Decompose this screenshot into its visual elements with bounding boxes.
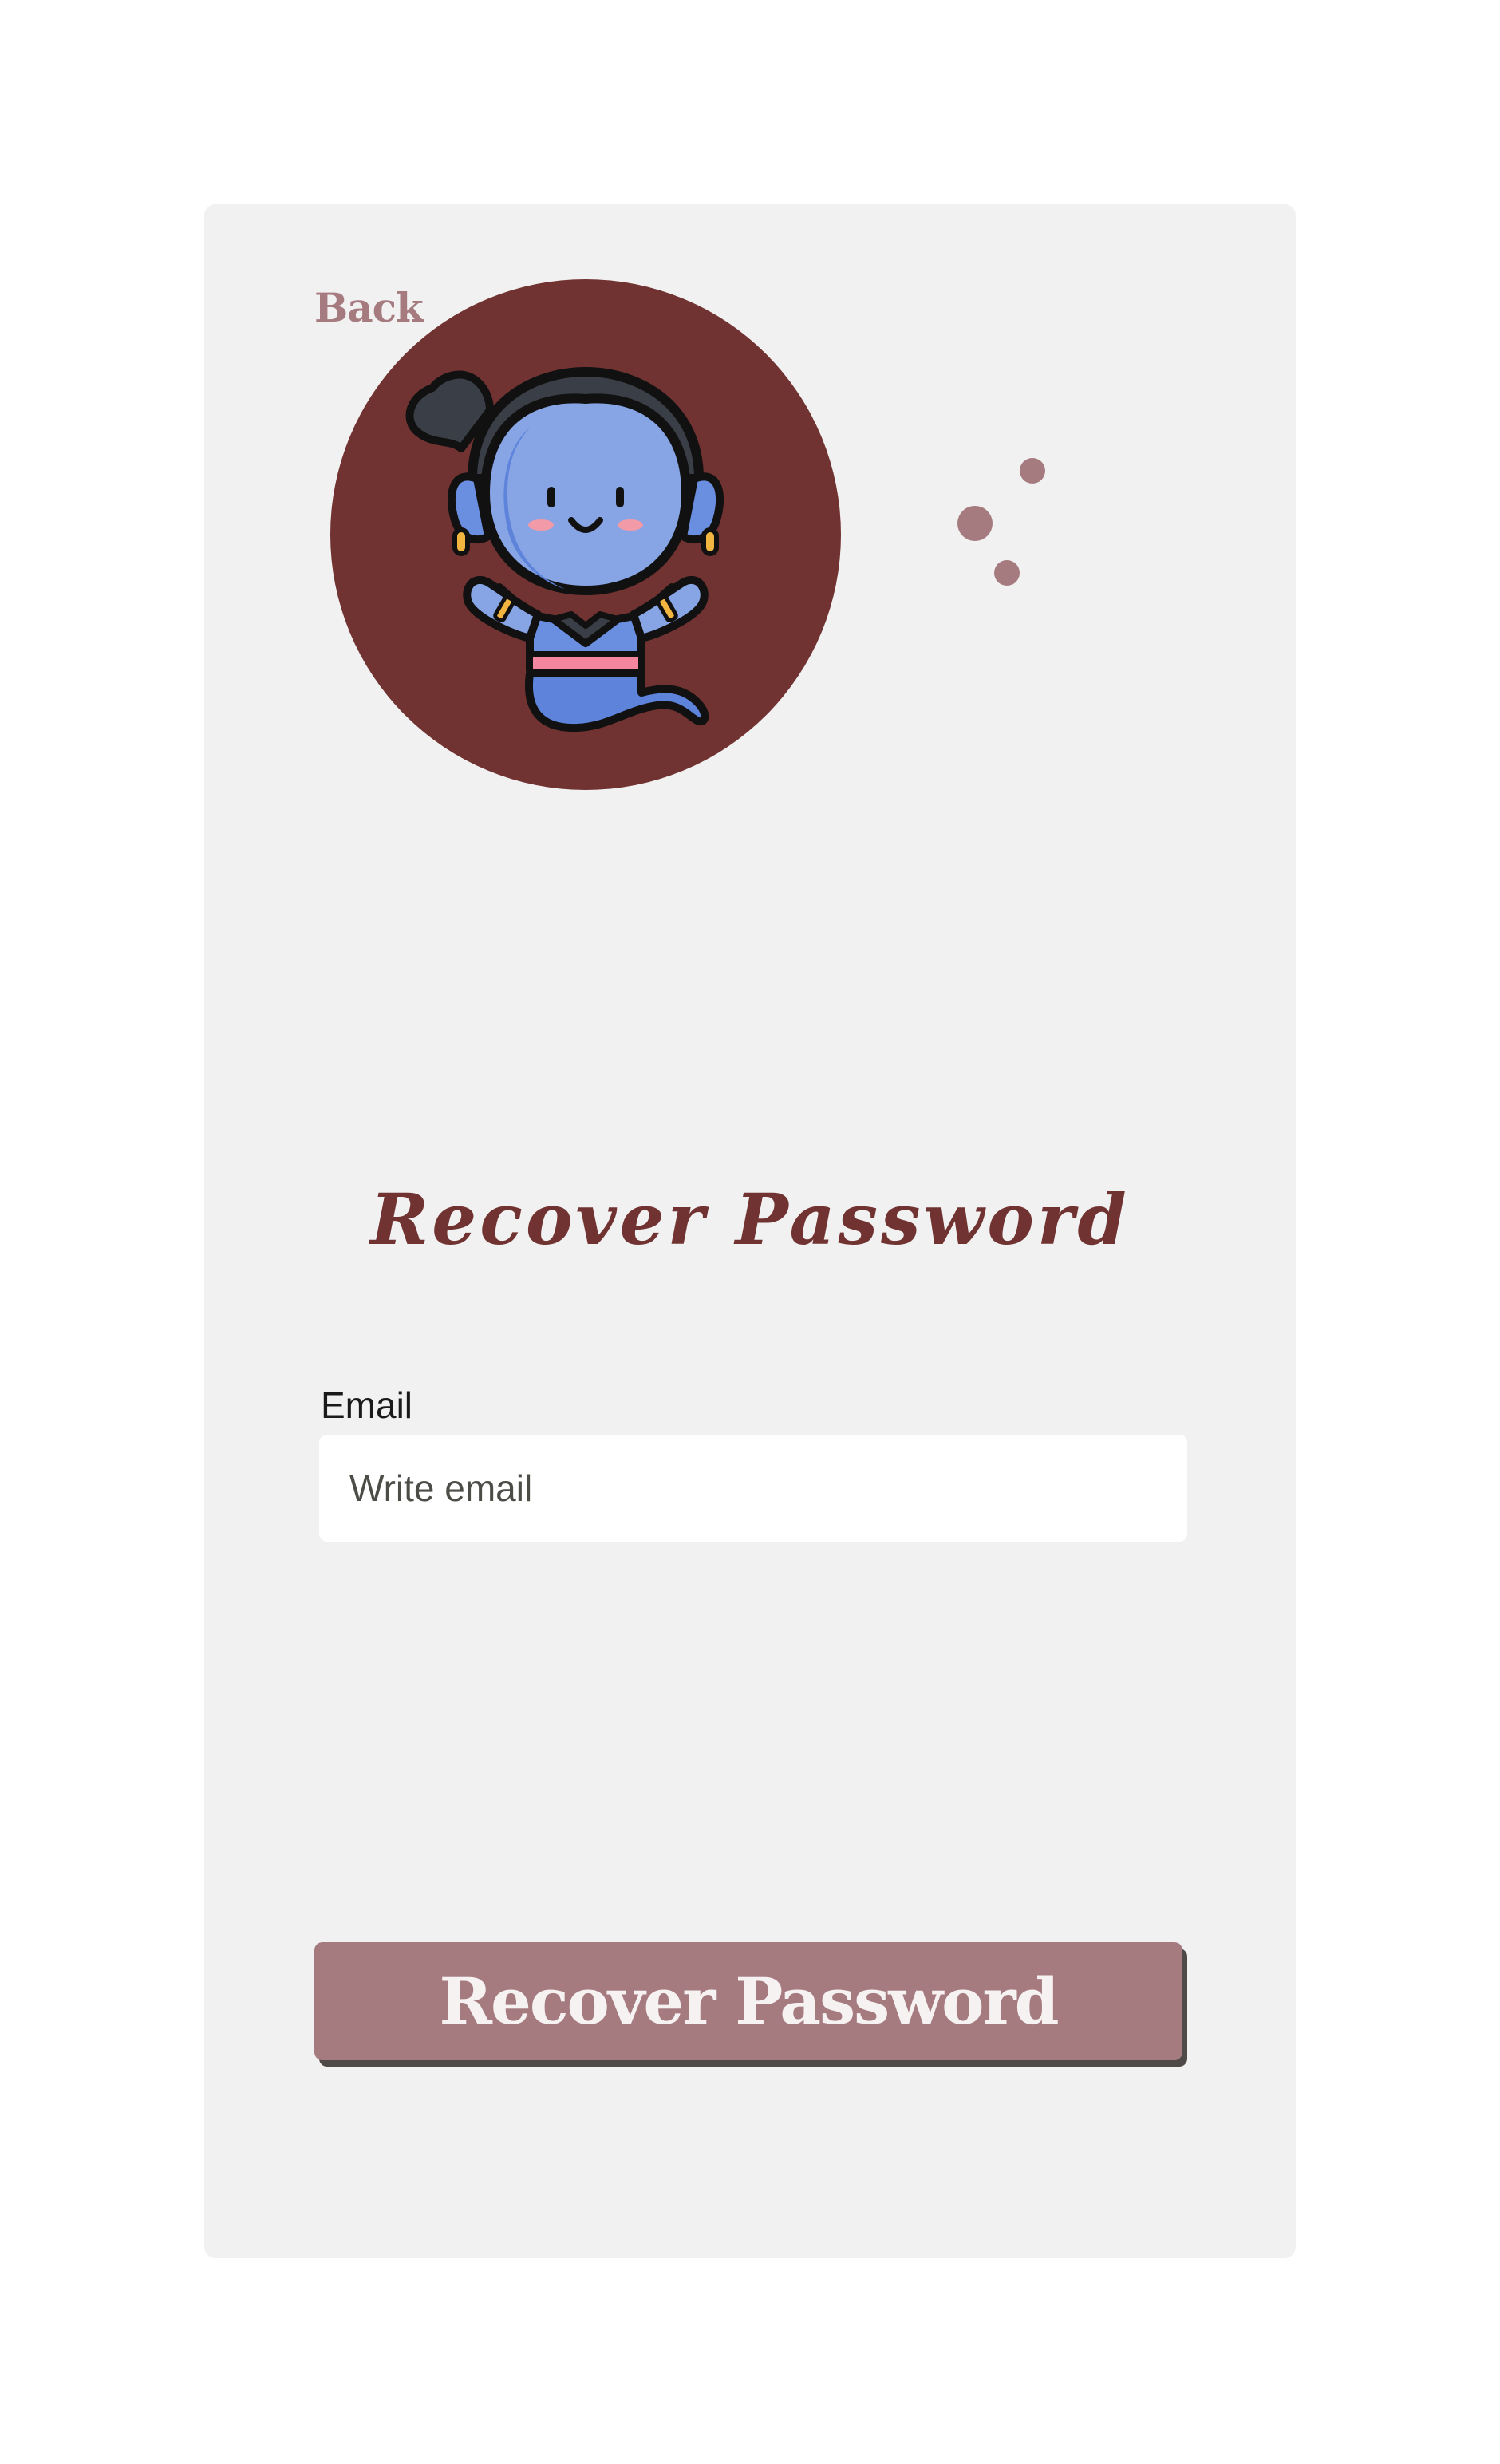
decor-bubble-large [957, 506, 993, 541]
page-title: Recover Password [370, 1178, 1130, 1261]
genie-icon [330, 279, 841, 790]
decor-bubble-small [1020, 458, 1045, 484]
decor-bubble-small [994, 560, 1020, 586]
avatar [290, 239, 881, 830]
email-input[interactable] [319, 1435, 1187, 1542]
email-label: Email [321, 1384, 413, 1426]
recover-password-button[interactable]: Recover Password [314, 1942, 1182, 2060]
